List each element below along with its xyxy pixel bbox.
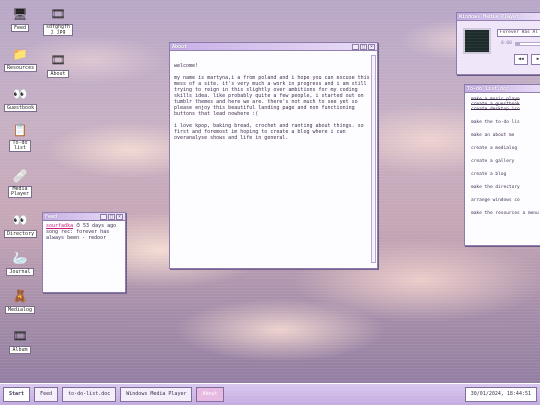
about-paragraph: i love kpop, baking bread, crochet and r… [174, 123, 364, 141]
window-title: Feed [45, 213, 58, 220]
desktop-icon-journal[interactable]: 🦢 Journal [4, 250, 36, 276]
desktop-icon-label: Directory [4, 230, 38, 238]
desktop-icon-label: Journal [6, 268, 34, 276]
desktop-icon-label: About [47, 70, 69, 78]
desktop-icon-label: sdfghgfh j jpg [42, 24, 74, 36]
time-readout: 0:00 [501, 41, 512, 46]
desktop-icon-directory[interactable]: 👀 Directory [4, 212, 38, 238]
close-button[interactable]: × [116, 213, 123, 220]
film-icon: 🎞 [12, 329, 28, 343]
taskbar-item-media-player[interactable]: Windows Media Player [120, 387, 193, 402]
desktop-icon-feed[interactable]: 🖥 Feed [4, 6, 36, 32]
taskbar-item-todo[interactable]: to-do-list.doc [62, 387, 117, 402]
swan-icon: 🦢 [12, 251, 28, 265]
desktop-icon-label: Resources [4, 64, 38, 72]
album-art [463, 28, 491, 54]
close-button[interactable]: × [368, 43, 375, 50]
todo-item: create a blog [471, 172, 507, 177]
feed-window-titlebar[interactable]: Feed _ □ × [43, 213, 125, 221]
scrollbar[interactable] [371, 55, 376, 263]
todo-list: make a music playe create a guestbook cr… [465, 93, 540, 216]
taskbar: Start Feed to-do-list.doc Windows Media … [0, 383, 540, 405]
desktop-icon-label: Media Player [7, 186, 33, 198]
desktop-icon-about[interactable]: 🎞 About [42, 52, 74, 78]
film-icon: 🎞 [50, 7, 66, 21]
about-paragraph: my name is martyna,i a from poland and i… [174, 75, 370, 117]
desktop-icon-resources[interactable]: 📁 Resources [4, 46, 38, 72]
maximize-button[interactable]: □ [360, 43, 367, 50]
todo-item: make the to-do lis [471, 120, 520, 125]
feed-post-text: song rec: forever has always been - redo… [46, 229, 110, 241]
desktop-icon-medialog[interactable]: 🧸 Medialog [4, 288, 36, 314]
todo-item: arrange windows co [471, 198, 520, 203]
todo-item: make the directory [471, 185, 520, 190]
eyes-icon: 👀 [12, 213, 28, 227]
minimize-button[interactable]: _ [100, 213, 107, 220]
todo-item: make an about me [471, 133, 515, 138]
desktop-icon-label: Guestbook [4, 104, 38, 112]
progress-fill [516, 43, 520, 45]
desktop-icon-todo[interactable]: 📋 To-do list [4, 122, 36, 152]
desktop-icon-album[interactable]: 🎞 Album [4, 328, 36, 354]
bear-icon: 🧸 [12, 289, 28, 303]
todo-item: create a medialog [471, 146, 518, 151]
desktop-icon-label: Medialog [4, 306, 36, 314]
desktop-icon-label: To-do list [9, 140, 31, 152]
media-player-window[interactable]: Windows Media Player Forever Has Al 0:00… [456, 12, 540, 75]
about-window-titlebar[interactable]: About _ □ × [170, 43, 377, 51]
clipboard-icon: 📋 [12, 123, 28, 137]
track-title: Forever Has Al [500, 30, 538, 35]
film-icon: 🎞 [50, 53, 66, 67]
progress-bar[interactable] [515, 42, 540, 46]
minimize-button[interactable]: _ [352, 43, 359, 50]
about-heading: welcome! [174, 63, 199, 69]
desktop-icon-guestbook[interactable]: 👀 Guestbook [4, 86, 38, 112]
bandage-icon: 🩹 [12, 169, 28, 183]
track-title-box: Forever Has Al [497, 29, 540, 37]
media-player-titlebar[interactable]: Windows Media Player [457, 13, 540, 21]
feed-window[interactable]: Feed _ □ × sourfadka ⏱ 53 days ago song … [42, 212, 126, 293]
todo-item: make the resources a menu [471, 211, 539, 216]
window-title: Windows Media Player [459, 13, 520, 20]
todo-item: create desktop ico [471, 107, 520, 112]
window-title: About [172, 43, 188, 50]
taskbar-item-about[interactable]: About [196, 387, 224, 402]
todo-window-titlebar[interactable]: To-do list.doc [465, 85, 540, 93]
todo-item: create a gallery [471, 159, 515, 164]
rewind-button[interactable]: ◀◀ [514, 54, 528, 65]
todo-window[interactable]: To-do list.doc make a music playe create… [464, 84, 540, 246]
folder-icon: 📁 [12, 47, 28, 61]
start-button[interactable]: Start [3, 387, 31, 402]
clock: 30/01/2024, 18:44:51 [464, 387, 537, 402]
desktop-icon-label: Feed [10, 24, 30, 32]
about-content: welcome! my name is martyna,i a from pol… [170, 51, 377, 145]
play-button[interactable]: ▶ [531, 54, 540, 65]
window-title: To-do list.doc [467, 85, 510, 92]
taskbar-item-feed[interactable]: Feed [34, 387, 59, 402]
desktop-icon-label: Album [9, 346, 31, 354]
computer-icon: 🖥 [12, 7, 28, 21]
feed-post: sourfadka ⏱ 53 days ago song rec: foreve… [43, 221, 125, 243]
about-window[interactable]: About _ □ × welcome! my name is martyna,… [169, 42, 378, 269]
eyes-icon: 👀 [12, 87, 28, 101]
desktop-icon-media-player[interactable]: 🩹 Media Player [4, 168, 36, 198]
maximize-button[interactable]: □ [108, 213, 115, 220]
desktop-icon-image[interactable]: 🎞 sdfghgfh j jpg [42, 6, 74, 36]
